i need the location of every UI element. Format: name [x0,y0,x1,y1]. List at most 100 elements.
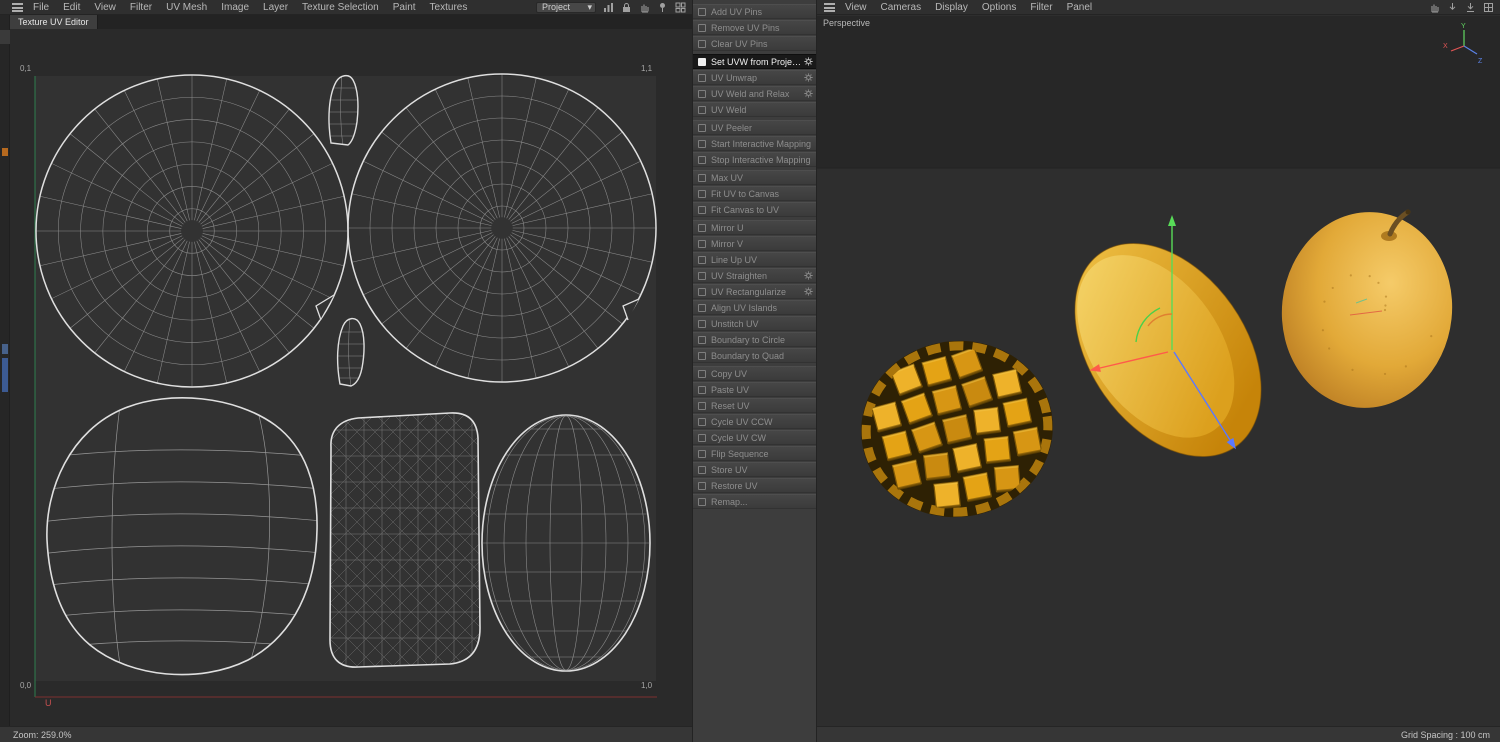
dock-down-icon[interactable] [1465,2,1476,13]
uv-editor-tab-row: Texture UV Editor [10,15,692,29]
command-label: Start Interactive Mapping [711,138,812,149]
uv-editor-statusbar: Zoom: 259.0% [0,726,692,742]
command-reset-uv[interactable]: Reset UV [693,398,816,413]
command-line-up-uv[interactable]: Line Up UV [693,252,816,267]
command-uv-unwrap[interactable]: UV Unwrap [693,70,816,85]
menu-textures[interactable]: Textures [423,2,475,13]
viewport-menu-filter[interactable]: Filter [1023,2,1059,13]
command-start-interactive-mapping[interactable]: Start Interactive Mapping [693,136,816,151]
uv-rectangularize-icon [698,287,706,296]
menu-view[interactable]: View [87,2,123,13]
viewport-menu: View Cameras Display Options Filter Panel [838,2,1099,13]
dock-tab-marker[interactable] [0,30,10,44]
stop-interactive-mapping-icon [698,155,706,164]
clear-uv-pins-icon [698,39,706,48]
project-dropdown[interactable]: Project ▾ [536,1,596,13]
tab-texture-uv-editor[interactable]: Texture UV Editor [10,15,98,29]
menu-filter[interactable]: Filter [123,2,159,13]
viewport-menu-cameras[interactable]: Cameras [874,2,929,13]
gear-icon[interactable] [804,89,813,98]
layout-grid-icon[interactable] [1483,2,1494,13]
command-mirror-u[interactable]: Mirror U [693,220,816,235]
minimize-arrow-icon[interactable] [1447,2,1458,13]
dock-marker-orange[interactable] [2,148,8,156]
command-uv-straighten[interactable]: UV Straighten [693,268,816,283]
unstitch-uv-icon [698,319,706,328]
command-set-uvw-from-projection[interactable]: Set UVW from Projection [693,54,816,69]
command-fit-canvas-to-uv[interactable]: Fit Canvas to UV [693,202,816,217]
lock-icon[interactable] [621,2,632,13]
dock-marker-blue[interactable] [2,344,8,354]
command-stop-interactive-mapping[interactable]: Stop Interactive Mapping [693,152,816,167]
command-label: Unstitch UV [711,318,759,329]
layout-grid-icon[interactable] [675,2,686,13]
command-group: Set UVW from Projection UV Unwrap UV Weld … [693,54,816,117]
gear-icon[interactable] [804,271,813,280]
uv-unwrap-icon [698,73,706,82]
menu-paint[interactable]: Paint [386,2,423,13]
command-clear-uv-pins[interactable]: Clear UV Pins [693,36,816,51]
uv-canvas[interactable] [10,29,691,724]
command-label: Stop Interactive Mapping [711,154,811,165]
uv-weld-and-relax-icon [698,89,706,98]
gear-icon[interactable] [804,287,813,296]
dock-marker-blue-2[interactable] [2,358,8,392]
pin-icon[interactable] [657,2,668,13]
menu-texture-selection[interactable]: Texture Selection [295,2,386,13]
viewport-menubar-right [1429,2,1500,13]
cycle-uv-cw-icon [698,433,706,442]
gear-icon[interactable] [804,73,813,82]
hand-icon[interactable] [639,2,650,13]
command-remap[interactable]: Remap... [693,494,816,509]
command-align-uv-islands[interactable]: Align UV Islands [693,300,816,315]
menu-edit[interactable]: Edit [56,2,87,13]
menu-image[interactable]: Image [214,2,256,13]
command-remove-uv-pins[interactable]: Remove UV Pins [693,20,816,35]
grab-hand-icon[interactable] [1429,2,1440,13]
command-uv-weld-and-relax[interactable]: UV Weld and Relax [693,86,816,101]
viewport-menu-display[interactable]: Display [928,2,975,13]
application-window: File Edit View Filter UV Mesh Image Layer Textu… [0,0,1500,742]
command-unstitch-uv[interactable]: Unstitch UV [693,316,816,331]
command-copy-uv[interactable]: Copy UV [693,366,816,381]
command-mirror-v[interactable]: Mirror V [693,236,816,251]
hamburger-menu-icon[interactable] [824,2,835,12]
project-dropdown-label: Project [542,2,571,12]
uv-corner-label-00: 0,0 [20,681,32,690]
menu-layer[interactable]: Layer [256,2,295,13]
svg-text:Y: Y [1461,23,1466,30]
hamburger-menu-icon[interactable] [12,2,23,12]
histogram-icon[interactable] [603,2,614,13]
gear-icon[interactable] [804,57,813,66]
command-paste-uv[interactable]: Paste UV [693,382,816,397]
command-label: UV Peeler [711,122,753,133]
command-uv-rectangularize[interactable]: UV Rectangularize [693,284,816,299]
command-fit-uv-to-canvas[interactable]: Fit UV to Canvas [693,186,816,201]
command-uv-peeler[interactable]: UV Peeler [693,120,816,135]
command-boundary-to-quad[interactable]: Boundary to Quad [693,348,816,363]
command-restore-uv[interactable]: Restore UV [693,478,816,493]
command-add-uv-pins[interactable]: Add UV Pins [693,4,816,19]
command-flip-sequence[interactable]: Flip Sequence [693,446,816,461]
menu-file[interactable]: File [26,2,56,13]
command-group: Add UV Pins Remove UV Pins Clear UV Pins [693,4,816,51]
command-cycle-uv-cw[interactable]: Cycle UV CW [693,430,816,445]
command-boundary-to-circle[interactable]: Boundary to Circle [693,332,816,347]
command-label: Align UV Islands [711,302,778,313]
command-uv-weld[interactable]: UV Weld [693,102,816,117]
viewport-menu-view[interactable]: View [838,2,874,13]
perspective-viewport-pane: View Cameras Display Options Filter Panel Per… [817,0,1500,742]
command-cycle-uv-ccw[interactable]: Cycle UV CCW [693,414,816,429]
viewport-menu-panel[interactable]: Panel [1060,2,1100,13]
command-store-uv[interactable]: Store UV [693,462,816,477]
command-max-uv[interactable]: Max UV [693,170,816,185]
copy-uv-icon [698,369,706,378]
viewport-menu-options[interactable]: Options [975,2,1023,13]
command-label: Boundary to Quad [711,350,785,361]
command-label: Set UVW from Projection [711,56,804,67]
viewport-canvas[interactable] [817,16,1500,726]
command-label: Store UV [711,464,748,475]
command-label: Fit Canvas to UV [711,204,780,215]
axis-orientation-gizmo[interactable]: Y X Z [1442,20,1488,66]
menu-uv-mesh[interactable]: UV Mesh [159,2,214,13]
